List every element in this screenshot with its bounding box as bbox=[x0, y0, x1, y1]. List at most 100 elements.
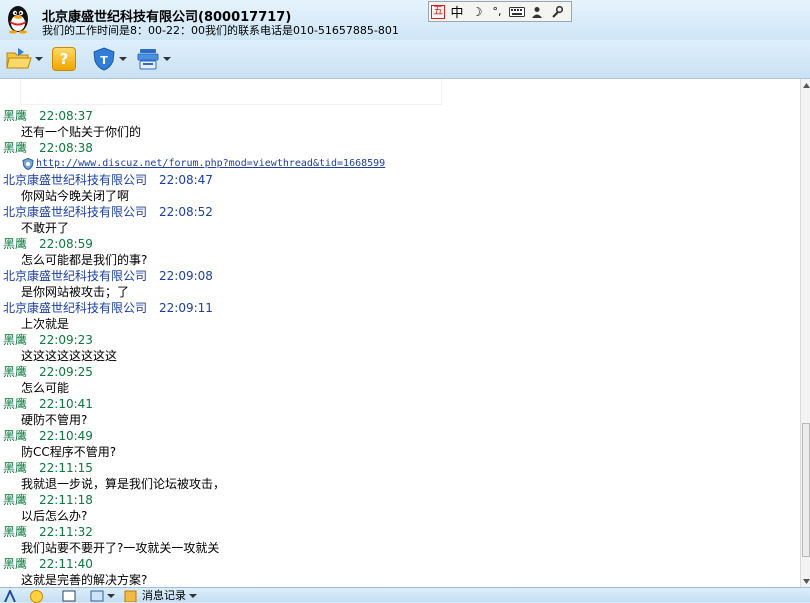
chat-history-pane[interactable]: 黑鹰 22:08:37 还有一个贴关于你们的 黑鹰 22:08:38 http://www… bbox=[0, 79, 800, 587]
message-sender[interactable]: 黑鹰 bbox=[3, 397, 27, 411]
security-button[interactable]: T bbox=[92, 46, 127, 72]
message-timestamp: 22:08:38 bbox=[39, 141, 93, 155]
message-timestamp: 22:08:59 bbox=[39, 237, 93, 251]
message-timestamp: 22:08:47 bbox=[159, 173, 213, 187]
chevron-down-icon[interactable] bbox=[35, 57, 43, 61]
message-header: 北京康盛世纪科技有限公司 22:09:11 bbox=[0, 300, 800, 316]
message-sender[interactable]: 黑鹰 bbox=[3, 429, 27, 443]
message-sender[interactable]: 黑鹰 bbox=[3, 237, 27, 251]
message-text: 怎么可能 bbox=[21, 381, 70, 395]
punctuation-icon[interactable]: °, bbox=[487, 2, 507, 21]
message-text: 你网站今晚关闭了啊 bbox=[21, 189, 130, 203]
user-glyph-icon bbox=[532, 6, 542, 18]
wrench-icon[interactable] bbox=[547, 2, 567, 21]
message-text: 硬防不管用? bbox=[21, 413, 88, 427]
message-timestamp: 22:11:40 bbox=[39, 557, 93, 571]
chevron-down-icon[interactable] bbox=[119, 57, 127, 61]
app-center-button[interactable] bbox=[136, 46, 171, 72]
chat-top-frame bbox=[20, 79, 442, 105]
screenshot-icon bbox=[62, 590, 76, 602]
emoji-button[interactable] bbox=[30, 589, 43, 603]
keyboard-icon[interactable] bbox=[507, 2, 527, 21]
send-file-button[interactable] bbox=[6, 46, 43, 72]
message-text: 还有一个贴关于你们的 bbox=[21, 125, 142, 139]
window-mode-button[interactable] bbox=[90, 590, 115, 602]
scrollbar-thumb[interactable] bbox=[802, 423, 810, 557]
message-header: 北京康盛世纪科技有限公司 22:08:52 bbox=[0, 204, 800, 220]
message-timestamp: 22:10:41 bbox=[39, 397, 93, 411]
message-timestamp: 22:08:52 bbox=[159, 205, 213, 219]
message-sender[interactable]: 黑鹰 bbox=[3, 109, 27, 123]
message-timestamp: 22:09:23 bbox=[39, 333, 93, 347]
message-text: 防CC程序不管用? bbox=[21, 445, 117, 459]
message-sender[interactable]: 黑鹰 bbox=[3, 461, 27, 475]
font-icon bbox=[4, 590, 16, 602]
message-sender[interactable]: 北京康盛世纪科技有限公司 bbox=[3, 205, 147, 219]
chinese-mode-icon[interactable]: 中 bbox=[447, 2, 467, 21]
message-text: 这就是完善的解决方案? bbox=[21, 573, 148, 587]
keyboard-glyph-icon bbox=[509, 6, 525, 17]
message-header: 黑鹰 22:09:25 bbox=[0, 364, 800, 380]
message-header: 北京康盛世纪科技有限公司 22:09:08 bbox=[0, 268, 800, 284]
message-text: 怎么可能都是我们的事? bbox=[21, 253, 148, 267]
font-button[interactable] bbox=[4, 590, 16, 602]
message-text: 我就退一步说，算是我们论坛被攻击， bbox=[21, 477, 226, 491]
message-text: 我们站要不要开了?一攻就关一攻就关 bbox=[21, 541, 220, 555]
message-timestamp: 22:11:32 bbox=[39, 525, 93, 539]
message-history-label: 消息记录 bbox=[142, 589, 186, 602]
message-timestamp: 22:09:08 bbox=[159, 269, 213, 283]
safe-link-shield-icon bbox=[22, 158, 34, 170]
message-text: 以后怎么办? bbox=[21, 509, 88, 523]
user-icon[interactable] bbox=[527, 2, 547, 21]
qq-penguin-logo-icon bbox=[8, 6, 28, 34]
wubi-mode-icon[interactable]: 五 bbox=[429, 2, 447, 21]
screenshot-button[interactable] bbox=[62, 590, 76, 602]
chat-scrollbar[interactable] bbox=[800, 79, 810, 587]
message-timestamp: 22:11:18 bbox=[39, 493, 93, 507]
message-sender[interactable]: 黑鹰 bbox=[3, 365, 27, 379]
wrench-glyph-icon bbox=[552, 5, 563, 18]
chevron-down-icon[interactable] bbox=[107, 594, 115, 598]
app-center-icon bbox=[137, 49, 159, 70]
help-icon: ? bbox=[52, 47, 76, 71]
help-button[interactable]: ? bbox=[52, 46, 76, 72]
half-width-moon-icon[interactable]: ☽ bbox=[467, 2, 487, 21]
message-header: 黑鹰 22:10:41 bbox=[0, 396, 800, 412]
scroll-down-icon[interactable] bbox=[801, 575, 810, 587]
message-text: 是你网站被攻击；了 bbox=[21, 285, 130, 299]
message-header: 黑鹰 22:08:37 bbox=[0, 108, 800, 124]
message-text: 上次就是 bbox=[21, 317, 70, 331]
message-timestamp: 22:09:25 bbox=[39, 365, 93, 379]
ime-status-bar[interactable]: 五 中 ☽ °, bbox=[428, 1, 572, 22]
message-sender[interactable]: 黑鹰 bbox=[3, 333, 27, 347]
message-link-row: http://www.discuz.net/forum.php?mod=view… bbox=[0, 156, 800, 172]
message-header: 北京康盛世纪科技有限公司 22:08:47 bbox=[0, 172, 800, 188]
folder-send-icon bbox=[6, 48, 32, 69]
message-timestamp: 22:09:11 bbox=[159, 301, 213, 315]
window-icon bbox=[90, 590, 104, 602]
message-header: 黑鹰 22:08:59 bbox=[0, 236, 800, 252]
message-sender[interactable]: 黑鹰 bbox=[3, 493, 27, 507]
message-header: 黑鹰 22:08:38 bbox=[0, 140, 800, 156]
chevron-down-icon[interactable] bbox=[189, 594, 197, 598]
message-sender[interactable]: 北京康盛世纪科技有限公司 bbox=[3, 269, 147, 283]
message-sender[interactable]: 黑鹰 bbox=[3, 141, 27, 155]
message-link[interactable]: http://www.discuz.net/forum.php?mod=view… bbox=[36, 156, 385, 172]
scroll-up-icon[interactable] bbox=[801, 79, 810, 91]
message-timestamp: 22:11:15 bbox=[39, 461, 93, 475]
message-sender[interactable]: 北京康盛世纪科技有限公司 bbox=[3, 301, 147, 315]
message-header: 黑鹰 22:10:49 bbox=[0, 428, 800, 444]
message-timestamp: 22:10:49 bbox=[39, 429, 93, 443]
title-bar: 北京康盛世纪科技有限公司(800017717) 我们的工作时间是8：00-22：… bbox=[0, 0, 810, 40]
message-text: 这这这这这这这这 bbox=[21, 349, 118, 363]
message-header: 黑鹰 22:11:32 bbox=[0, 524, 800, 540]
chevron-down-icon[interactable] bbox=[163, 57, 171, 61]
input-toolbar: 消息记录 bbox=[0, 587, 810, 603]
message-sender[interactable]: 北京康盛世纪科技有限公司 bbox=[3, 173, 147, 187]
message-list: 黑鹰 22:08:37 还有一个贴关于你们的 黑鹰 22:08:38 http://www… bbox=[0, 108, 800, 587]
message-sender[interactable]: 黑鹰 bbox=[3, 557, 27, 571]
chat-toolbar: ? T bbox=[0, 40, 810, 79]
message-header: 黑鹰 22:11:18 bbox=[0, 492, 800, 508]
message-sender[interactable]: 黑鹰 bbox=[3, 525, 27, 539]
message-history-button[interactable]: 消息记录 bbox=[124, 590, 197, 602]
